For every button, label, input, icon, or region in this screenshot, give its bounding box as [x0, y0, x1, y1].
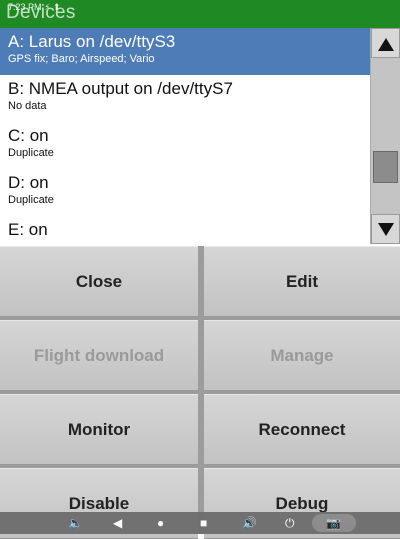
close-button[interactable]: Close — [0, 246, 198, 317]
device-name: E: on — [8, 220, 48, 239]
manage-button[interactable]: Manage — [204, 320, 400, 391]
scroll-thumb[interactable] — [373, 151, 398, 183]
system-nav-bar: 🔈 ◀ ● ■ 🔊 ⏻ 📷 — [0, 512, 400, 534]
arrow-up-icon — [378, 38, 394, 51]
device-item-d[interactable]: D: on Duplicate — [0, 169, 370, 216]
device-status: No data — [8, 100, 47, 112]
device-name: D: on — [8, 173, 49, 192]
volume-up-icon[interactable]: 🔊 — [242, 515, 257, 531]
scroll-up-button[interactable] — [371, 28, 400, 58]
monitor-button[interactable]: Monitor — [0, 394, 198, 465]
list-scrollbar[interactable] — [370, 28, 400, 244]
button-grid: Close Edit Flight download Manage Monito… — [0, 246, 400, 539]
camera-icon[interactable]: 📷 — [326, 515, 341, 531]
status-time: 7:23 PM ⚡ ⬆ — [8, 2, 61, 12]
flight-download-button[interactable]: Flight download — [0, 320, 198, 391]
status-bar: Devices 7:23 PM ⚡ ⬆ — [0, 0, 400, 28]
edit-button[interactable]: Edit — [204, 246, 400, 317]
device-name: A: Larus on /dev/ttyS3 — [8, 32, 176, 51]
device-item-b[interactable]: B: NMEA output on /dev/ttyS7 No data — [0, 75, 370, 122]
device-item-a[interactable]: A: Larus on /dev/ttyS3 GPS fix; Baro; Ai… — [0, 28, 370, 75]
recents-icon[interactable]: ■ — [200, 515, 207, 531]
device-name: B: NMEA output on /dev/ttyS7 — [8, 79, 233, 98]
back-icon[interactable]: ◀ — [113, 515, 122, 531]
device-list[interactable]: A: Larus on /dev/ttyS3 GPS fix; Baro; Ai… — [0, 28, 370, 244]
arrow-down-icon — [378, 223, 394, 236]
device-item-e[interactable]: E: on — [0, 216, 370, 244]
home-icon[interactable]: ● — [157, 515, 164, 531]
device-status: Duplicate — [8, 147, 54, 159]
scroll-down-button[interactable] — [371, 214, 400, 244]
reconnect-button[interactable]: Reconnect — [204, 394, 400, 465]
device-status: GPS fix; Baro; Airspeed; Vario — [8, 53, 155, 65]
device-name: C: on — [8, 126, 49, 145]
power-icon[interactable]: ⏻ — [285, 515, 295, 531]
device-item-c[interactable]: C: on Duplicate — [0, 122, 370, 169]
device-status: Duplicate — [8, 194, 54, 206]
volume-down-icon[interactable]: 🔈 — [68, 515, 83, 531]
